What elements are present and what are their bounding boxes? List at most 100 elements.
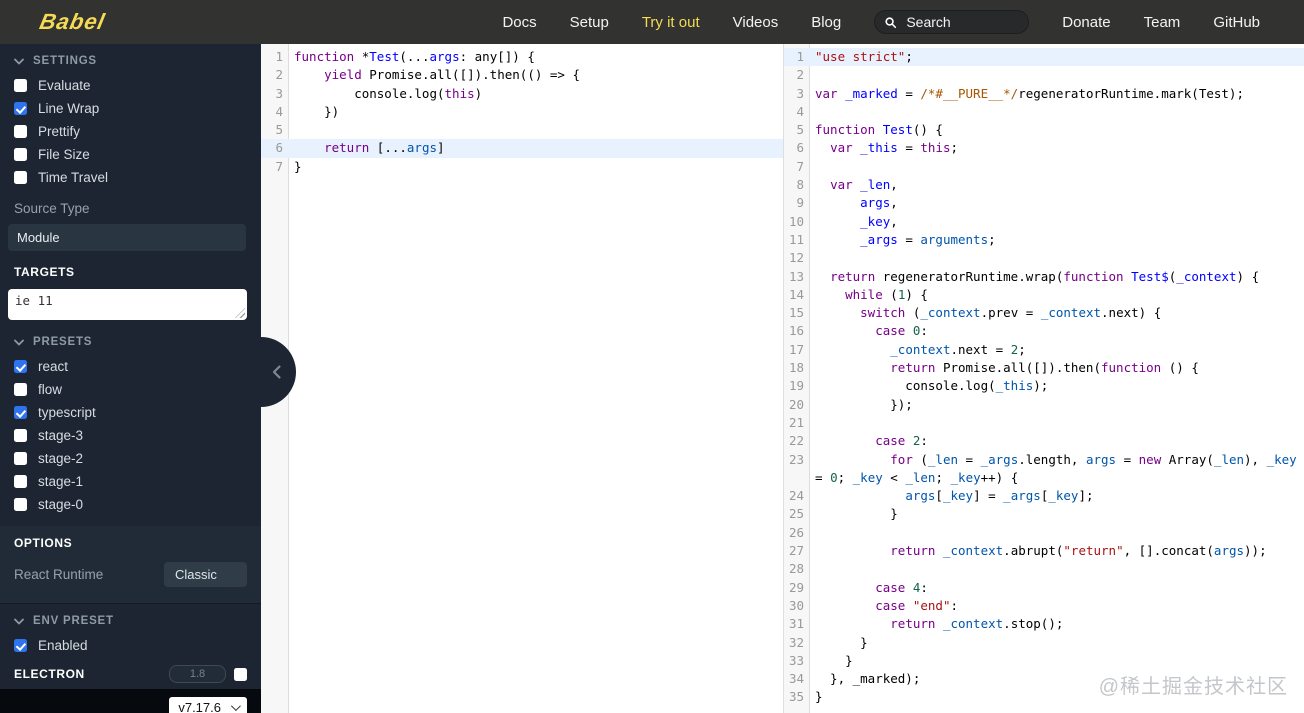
nav-link-donate[interactable]: Donate [1062, 14, 1110, 31]
checked-checkbox-icon[interactable] [14, 360, 27, 373]
code-text: } [294, 158, 302, 174]
code-line: 3 console.log(this) [261, 85, 783, 103]
line-number: 4 [275, 103, 283, 119]
targets-title: TARGETS [14, 265, 75, 279]
checkbox-row-enabled[interactable]: Enabled [0, 634, 261, 657]
code-line: 30 case "end": [784, 597, 1304, 615]
code-text: function *Test(...args: any[]) { [294, 49, 535, 64]
line-number: 33 [788, 652, 804, 668]
react-runtime-select[interactable]: Classic [164, 562, 247, 587]
line-number: 34 [788, 671, 804, 687]
checkbox-row-evaluate[interactable]: Evaluate [0, 74, 261, 97]
checkbox-label: stage-0 [38, 497, 84, 512]
unchecked-checkbox-icon[interactable] [14, 171, 27, 184]
source-type-select[interactable]: Module [8, 224, 246, 251]
checkbox-row-react[interactable]: react [0, 355, 261, 378]
checkbox-row-typescript[interactable]: typescript [0, 401, 261, 424]
checkbox-label: Time Travel [38, 170, 109, 185]
checkbox-row-stage-1[interactable]: stage-1 [0, 470, 261, 493]
babel-logo[interactable]: Babel [37, 9, 107, 35]
chevron-down-icon [14, 58, 24, 65]
compiled-output-editor[interactable]: 1 "use strict"; 2 3 var _marked = /*#__PURE… [783, 44, 1304, 713]
code-line: 4 [784, 103, 1304, 121]
unchecked-checkbox-icon[interactable] [14, 429, 27, 442]
code-line: 29 case 4: [784, 579, 1304, 597]
checkbox-row-file-size[interactable]: File Size [0, 143, 261, 166]
babel-version-select[interactable]: v7.17.6 [169, 697, 247, 713]
checkbox-row-stage-3[interactable]: stage-3 [0, 424, 261, 447]
checkbox-label: Evaluate [38, 78, 91, 93]
checkbox-row-stage-0[interactable]: stage-0 [0, 493, 261, 516]
nav-link-blog[interactable]: Blog [811, 14, 841, 31]
line-number: 17 [788, 341, 804, 357]
code-line: 1 function *Test(...args: any[]) { [261, 48, 783, 66]
unchecked-checkbox-icon[interactable] [14, 498, 27, 511]
checkbox-row-stage-2[interactable]: stage-2 [0, 447, 261, 470]
targets-input[interactable]: ie 11 [8, 289, 247, 320]
line-number: 31 [788, 616, 804, 632]
search-box[interactable] [874, 10, 1030, 34]
line-number: 23 [788, 451, 804, 467]
code-text: } [815, 634, 868, 650]
line-number: 3 [275, 85, 283, 101]
unchecked-checkbox-icon[interactable] [14, 79, 27, 92]
checkbox-row-time-travel[interactable]: Time Travel [0, 166, 261, 189]
nav-link-try-it-out[interactable]: Try it out [642, 14, 700, 31]
source-code-editor[interactable]: 1 function *Test(...args: any[]) {2 yield… [261, 44, 783, 713]
unchecked-checkbox-icon[interactable] [14, 148, 27, 161]
nav-link-videos[interactable]: Videos [733, 14, 779, 31]
code-text: return [...args] [324, 140, 445, 156]
settings-title: SETTINGS [33, 55, 97, 67]
checked-checkbox-icon[interactable] [14, 406, 27, 419]
code-text: case "end": [875, 597, 959, 613]
nav-link-docs[interactable]: Docs [502, 14, 536, 31]
chevron-down-icon [14, 618, 24, 625]
line-number: 24 [788, 488, 804, 504]
line-number [784, 469, 810, 487]
code-text: var _len, [830, 177, 898, 193]
code-text: return Promise.all([]).then(function () … [890, 360, 1199, 376]
presets-section-header[interactable]: PRESETS [0, 320, 261, 355]
source-code: 1 function *Test(...args: any[]) {2 yield… [261, 44, 783, 176]
checkbox-row-prettify[interactable]: Prettify [0, 120, 261, 143]
checkbox-row-flow[interactable]: flow [0, 378, 261, 401]
electron-version-input[interactable] [169, 665, 226, 683]
nav-link-github[interactable]: GitHub [1213, 14, 1260, 31]
line-number: 20 [788, 396, 804, 412]
env-preset-title: ENV PRESET [33, 615, 114, 627]
electron-checkbox[interactable] [234, 667, 247, 681]
unchecked-checkbox-icon[interactable] [14, 452, 27, 465]
code-text: } [815, 689, 823, 705]
env-preset-section-header[interactable]: ENV PRESET [0, 604, 261, 634]
unchecked-checkbox-icon[interactable] [14, 475, 27, 488]
line-number: 27 [788, 543, 804, 559]
nav-link-team[interactable]: Team [1144, 14, 1181, 31]
checkbox-label: stage-2 [38, 451, 84, 466]
code-text: _args = arguments; [860, 231, 996, 247]
code-text: _context.next = 2; [890, 341, 1026, 357]
line-number: 5 [796, 122, 804, 138]
settings-section-header[interactable]: SETTINGS [0, 44, 261, 74]
search-input[interactable] [904, 13, 1019, 31]
unchecked-checkbox-icon[interactable] [14, 125, 27, 138]
code-text: case 2: [875, 433, 928, 449]
code-line: 2 yield Promise.all([]).then(() => { [261, 66, 783, 84]
code-line: 21 [784, 414, 1304, 432]
navbar: Babel Docs Setup Try it out Videos Blog Dona… [0, 0, 1304, 44]
line-number: 6 [275, 140, 283, 156]
line-number: 32 [788, 634, 804, 650]
code-line: 31 return _context.stop(); [784, 615, 1304, 633]
nav-link-setup[interactable]: Setup [570, 14, 609, 31]
line-number: 18 [788, 360, 804, 376]
checked-checkbox-icon[interactable] [14, 102, 27, 115]
checkbox-row-line-wrap[interactable]: Line Wrap [0, 97, 261, 120]
line-number: 8 [796, 177, 804, 193]
options-title: OPTIONS [14, 536, 73, 550]
code-line: 13 return regeneratorRuntime.wrap(functi… [784, 268, 1304, 286]
checked-checkbox-icon[interactable] [14, 639, 27, 652]
code-text: function Test() { [815, 122, 943, 138]
unchecked-checkbox-icon[interactable] [14, 383, 27, 396]
code-text: for (_len = _args.length, args = new Arr… [890, 451, 1297, 467]
